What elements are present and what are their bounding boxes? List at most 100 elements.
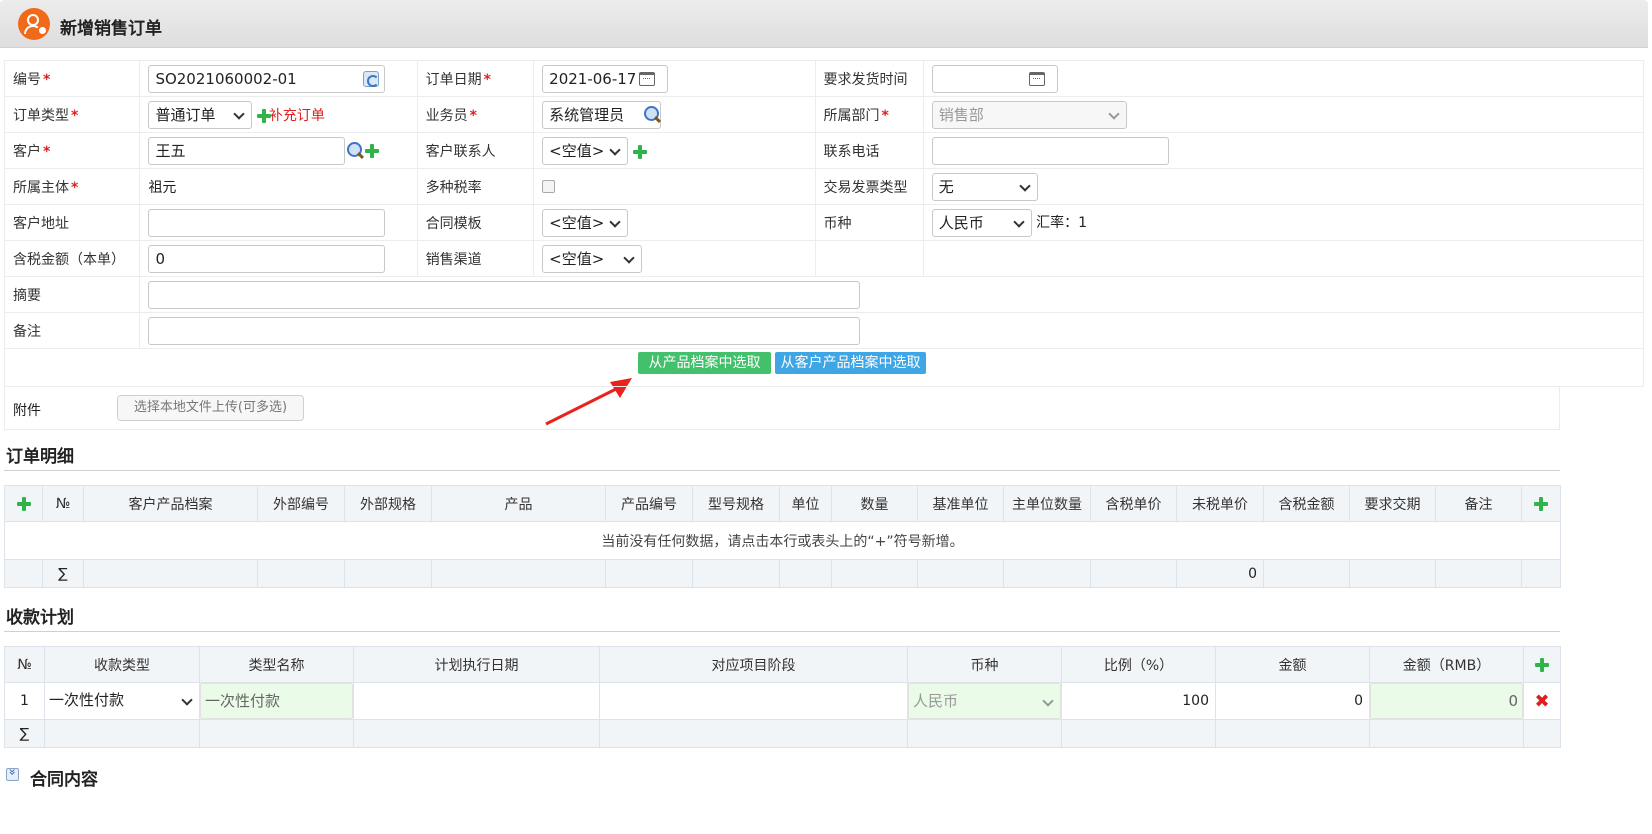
address-input[interactable] [148, 208, 386, 237]
order-form: 编号 * SO2021060002-01 订单日期 * 2021-06-17 要求发… [3, 60, 1645, 387]
supplement-order-link[interactable]: 补充订单 [269, 108, 325, 124]
col-tax-amount: 含税金额 [1263, 485, 1350, 522]
pay-amount[interactable]: 0 [1215, 682, 1370, 720]
salesman-input[interactable]: 系统管理员 [542, 100, 662, 129]
collapse-toggle-icon[interactable] [6, 768, 19, 781]
order-detail-table: № 客户产品档案 外部编号 外部规格 产品 产品编号 型号规格 单位 数量 基准… [4, 485, 1561, 588]
empty-message[interactable]: 当前没有任何数据，请点击本行或表头上的“+”符号新增。 [4, 521, 1561, 560]
sum-tax-amount: 0 [1176, 559, 1264, 588]
col-unit: 单位 [779, 485, 832, 522]
col-base-unit: 基准单位 [917, 485, 1004, 522]
order-no-label: 编号 * [3, 60, 141, 97]
address-label: 客户地址 [3, 204, 141, 241]
currency-label: 币种 [814, 204, 924, 241]
add-row-header-right[interactable] [1521, 485, 1561, 522]
add-row-header[interactable] [4, 485, 43, 522]
customer-label: 客户 * [3, 132, 141, 169]
col-net-price: 未税单价 [1176, 485, 1264, 522]
col-product-no: 产品编号 [605, 485, 693, 522]
contract-title[interactable]: 合同内容 [30, 765, 98, 790]
add-supplement-icon[interactable] [256, 108, 271, 123]
add-customer-icon[interactable] [365, 143, 380, 158]
summary-label: 摘要 [3, 276, 141, 313]
refresh-icon[interactable] [363, 70, 380, 87]
chevron-down-icon [181, 694, 193, 706]
multi-tax-label: 多种税率 [416, 168, 535, 205]
add-payment-icon[interactable] [1535, 657, 1549, 672]
attachment-row: 附件 选择本地文件上传(可多选) [4, 386, 1560, 430]
pick-from-product-button[interactable]: 从产品档案中选取 [638, 352, 771, 374]
col-quantity: 数量 [831, 485, 918, 522]
delete-icon[interactable]: ✖ [1534, 691, 1549, 712]
department-select: 销售部 [931, 100, 1127, 129]
attachment-label: 附件 [13, 403, 41, 419]
section-divider [4, 470, 1560, 471]
chevron-down-icon [609, 215, 621, 228]
col-main-qty: 主单位数量 [1003, 485, 1091, 522]
pay-sum-symbol: ∑ [4, 719, 45, 748]
order-type-select[interactable]: 普通订单 [148, 100, 253, 129]
col-model: 型号规格 [692, 485, 780, 522]
col-external-no: 外部编号 [257, 485, 345, 522]
multi-tax-checkbox[interactable] [542, 180, 556, 193]
col-delivery: 要求交期 [1349, 485, 1436, 522]
order-date-input[interactable]: 2021-06-17 [542, 64, 669, 93]
amount-label: 含税金额（本单） [3, 240, 141, 277]
remark-input[interactable] [148, 316, 861, 345]
currency-select[interactable]: 人民币 [931, 208, 1032, 237]
upload-button[interactable]: 选择本地文件上传(可多选) [117, 395, 304, 421]
phone-input[interactable] [931, 136, 1169, 165]
add-row-icon[interactable] [1534, 496, 1548, 511]
col-product: 产品 [431, 485, 606, 522]
ship-time-label: 要求发货时间 [814, 60, 924, 97]
contact-select[interactable]: <空值> [542, 136, 629, 165]
contract-template-select[interactable]: <空值> [542, 208, 629, 237]
invoice-type-select[interactable]: 无 [931, 172, 1038, 201]
summary-input[interactable] [148, 280, 861, 309]
pay-col-no: № [4, 646, 45, 683]
pay-amount-rmb: 0 [1370, 683, 1523, 719]
section-divider [4, 631, 1560, 632]
entity-value: 祖元 [139, 168, 418, 205]
payment-plan-title: 收款计划 [6, 608, 74, 628]
calendar-icon[interactable] [1028, 71, 1045, 86]
pay-ratio[interactable]: 100 [1061, 682, 1216, 720]
user-logo-icon [18, 8, 50, 40]
pick-from-customer-product-button[interactable]: 从客户产品档案中选取 [775, 352, 926, 374]
customer-input[interactable]: 王五 [148, 136, 346, 165]
add-payment-header[interactable] [1523, 646, 1561, 683]
search-icon[interactable] [345, 141, 365, 161]
col-external-spec: 外部规格 [344, 485, 432, 522]
payment-plan-table: № 收款类型 类型名称 计划执行日期 对应项目阶段 币种 比例（%） 金额 金额… [4, 646, 1561, 748]
col-tax-price: 含税单价 [1090, 485, 1177, 522]
col-customer-product: 客户产品档案 [83, 485, 258, 522]
amount-input[interactable]: 0 [148, 244, 386, 273]
payment-row: 1 一次性付款 一次性付款 人民币 100 0 0 ✖ [4, 682, 1561, 720]
search-icon[interactable] [642, 105, 662, 125]
chevron-down-icon [233, 107, 246, 120]
col-no: № [42, 485, 84, 522]
chevron-down-icon [623, 251, 635, 264]
sum-symbol: ∑ [42, 559, 84, 588]
chevron-down-icon [1019, 179, 1031, 192]
pay-stage-input[interactable] [600, 683, 907, 719]
calendar-icon[interactable] [639, 71, 656, 86]
pay-col-type: 收款类型 [44, 646, 200, 683]
pay-type-name-input[interactable]: 一次性付款 [200, 683, 353, 719]
pay-col-date: 计划执行日期 [353, 646, 600, 683]
pay-type-select[interactable]: 一次性付款 [45, 683, 199, 719]
add-contact-icon[interactable] [632, 144, 647, 159]
order-type-label: 订单类型 * [3, 96, 141, 133]
channel-select[interactable]: <空值> [542, 244, 643, 273]
window-title: 新增销售订单 [60, 19, 162, 39]
ship-time-input[interactable] [931, 64, 1058, 93]
pay-col-type-name: 类型名称 [199, 646, 354, 683]
pay-col-ratio: 比例（%） [1061, 646, 1216, 683]
pay-col-amount: 金额 [1215, 646, 1370, 683]
add-row-icon[interactable] [16, 496, 31, 511]
window-titlebar: 新增销售订单 [0, 0, 1648, 48]
pay-date-input[interactable] [354, 683, 599, 719]
contract-template-label: 合同模板 [416, 204, 535, 241]
pay-col-stage: 对应项目阶段 [599, 646, 908, 683]
order-no-input[interactable]: SO2021060002-01 [148, 64, 386, 93]
